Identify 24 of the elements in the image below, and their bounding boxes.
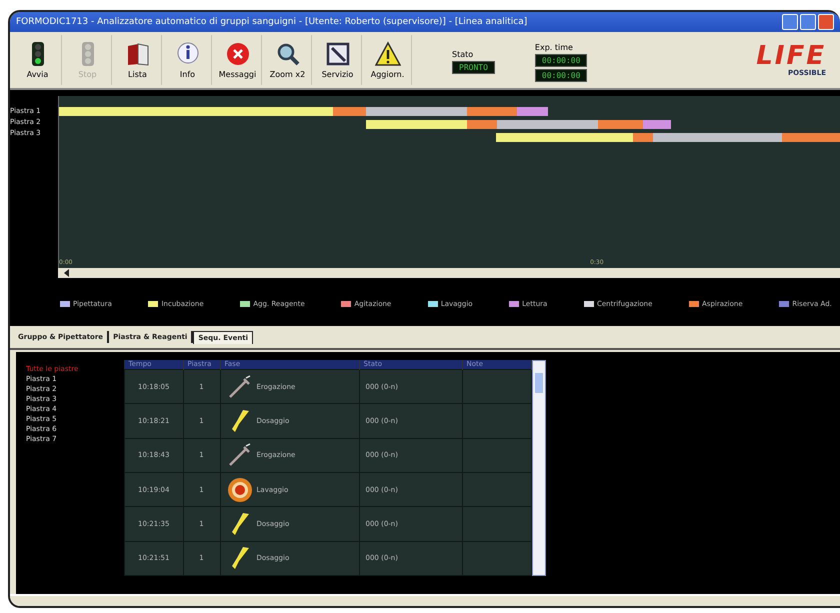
- time-label: Exp. time: [534, 42, 574, 52]
- maximize-button[interactable]: [800, 14, 816, 30]
- state-label: Stato: [452, 50, 474, 59]
- vertical-scrollbar[interactable]: [532, 360, 546, 576]
- horizontal-scrollbar[interactable]: [58, 268, 840, 278]
- toolbar-button[interactable]: Messaggi: [214, 35, 262, 85]
- close-button[interactable]: [818, 14, 834, 30]
- pipette-icon: [226, 374, 252, 399]
- time-display: 00:00:00: [534, 54, 588, 66]
- minimize-button[interactable]: [782, 14, 798, 30]
- toolbar-button[interactable]: Avvia: [14, 35, 62, 85]
- pipette-icon: [226, 443, 252, 468]
- toolbar-button[interactable]: Lista: [114, 35, 162, 85]
- toolbar-button[interactable]: Servizio: [314, 35, 362, 85]
- toolbar-button[interactable]: Info: [164, 35, 212, 85]
- time-display: 00:00:00: [534, 68, 588, 82]
- toolbar-button[interactable]: Aggiorn.: [364, 35, 412, 85]
- toolbar-button[interactable]: Zoom x2: [264, 35, 312, 85]
- error-icon: [224, 41, 250, 67]
- window-title: FORMODIC1713 - Analizzatore automatico di gruppi sanguigni - [Utente: Roberto (supervisore)] - [Linea analitica]: [16, 17, 528, 27]
- warning-icon: [374, 41, 400, 67]
- target-icon: [226, 476, 252, 503]
- state-display: PRONTO: [452, 61, 495, 74]
- logo-text: LIFE: [756, 43, 826, 69]
